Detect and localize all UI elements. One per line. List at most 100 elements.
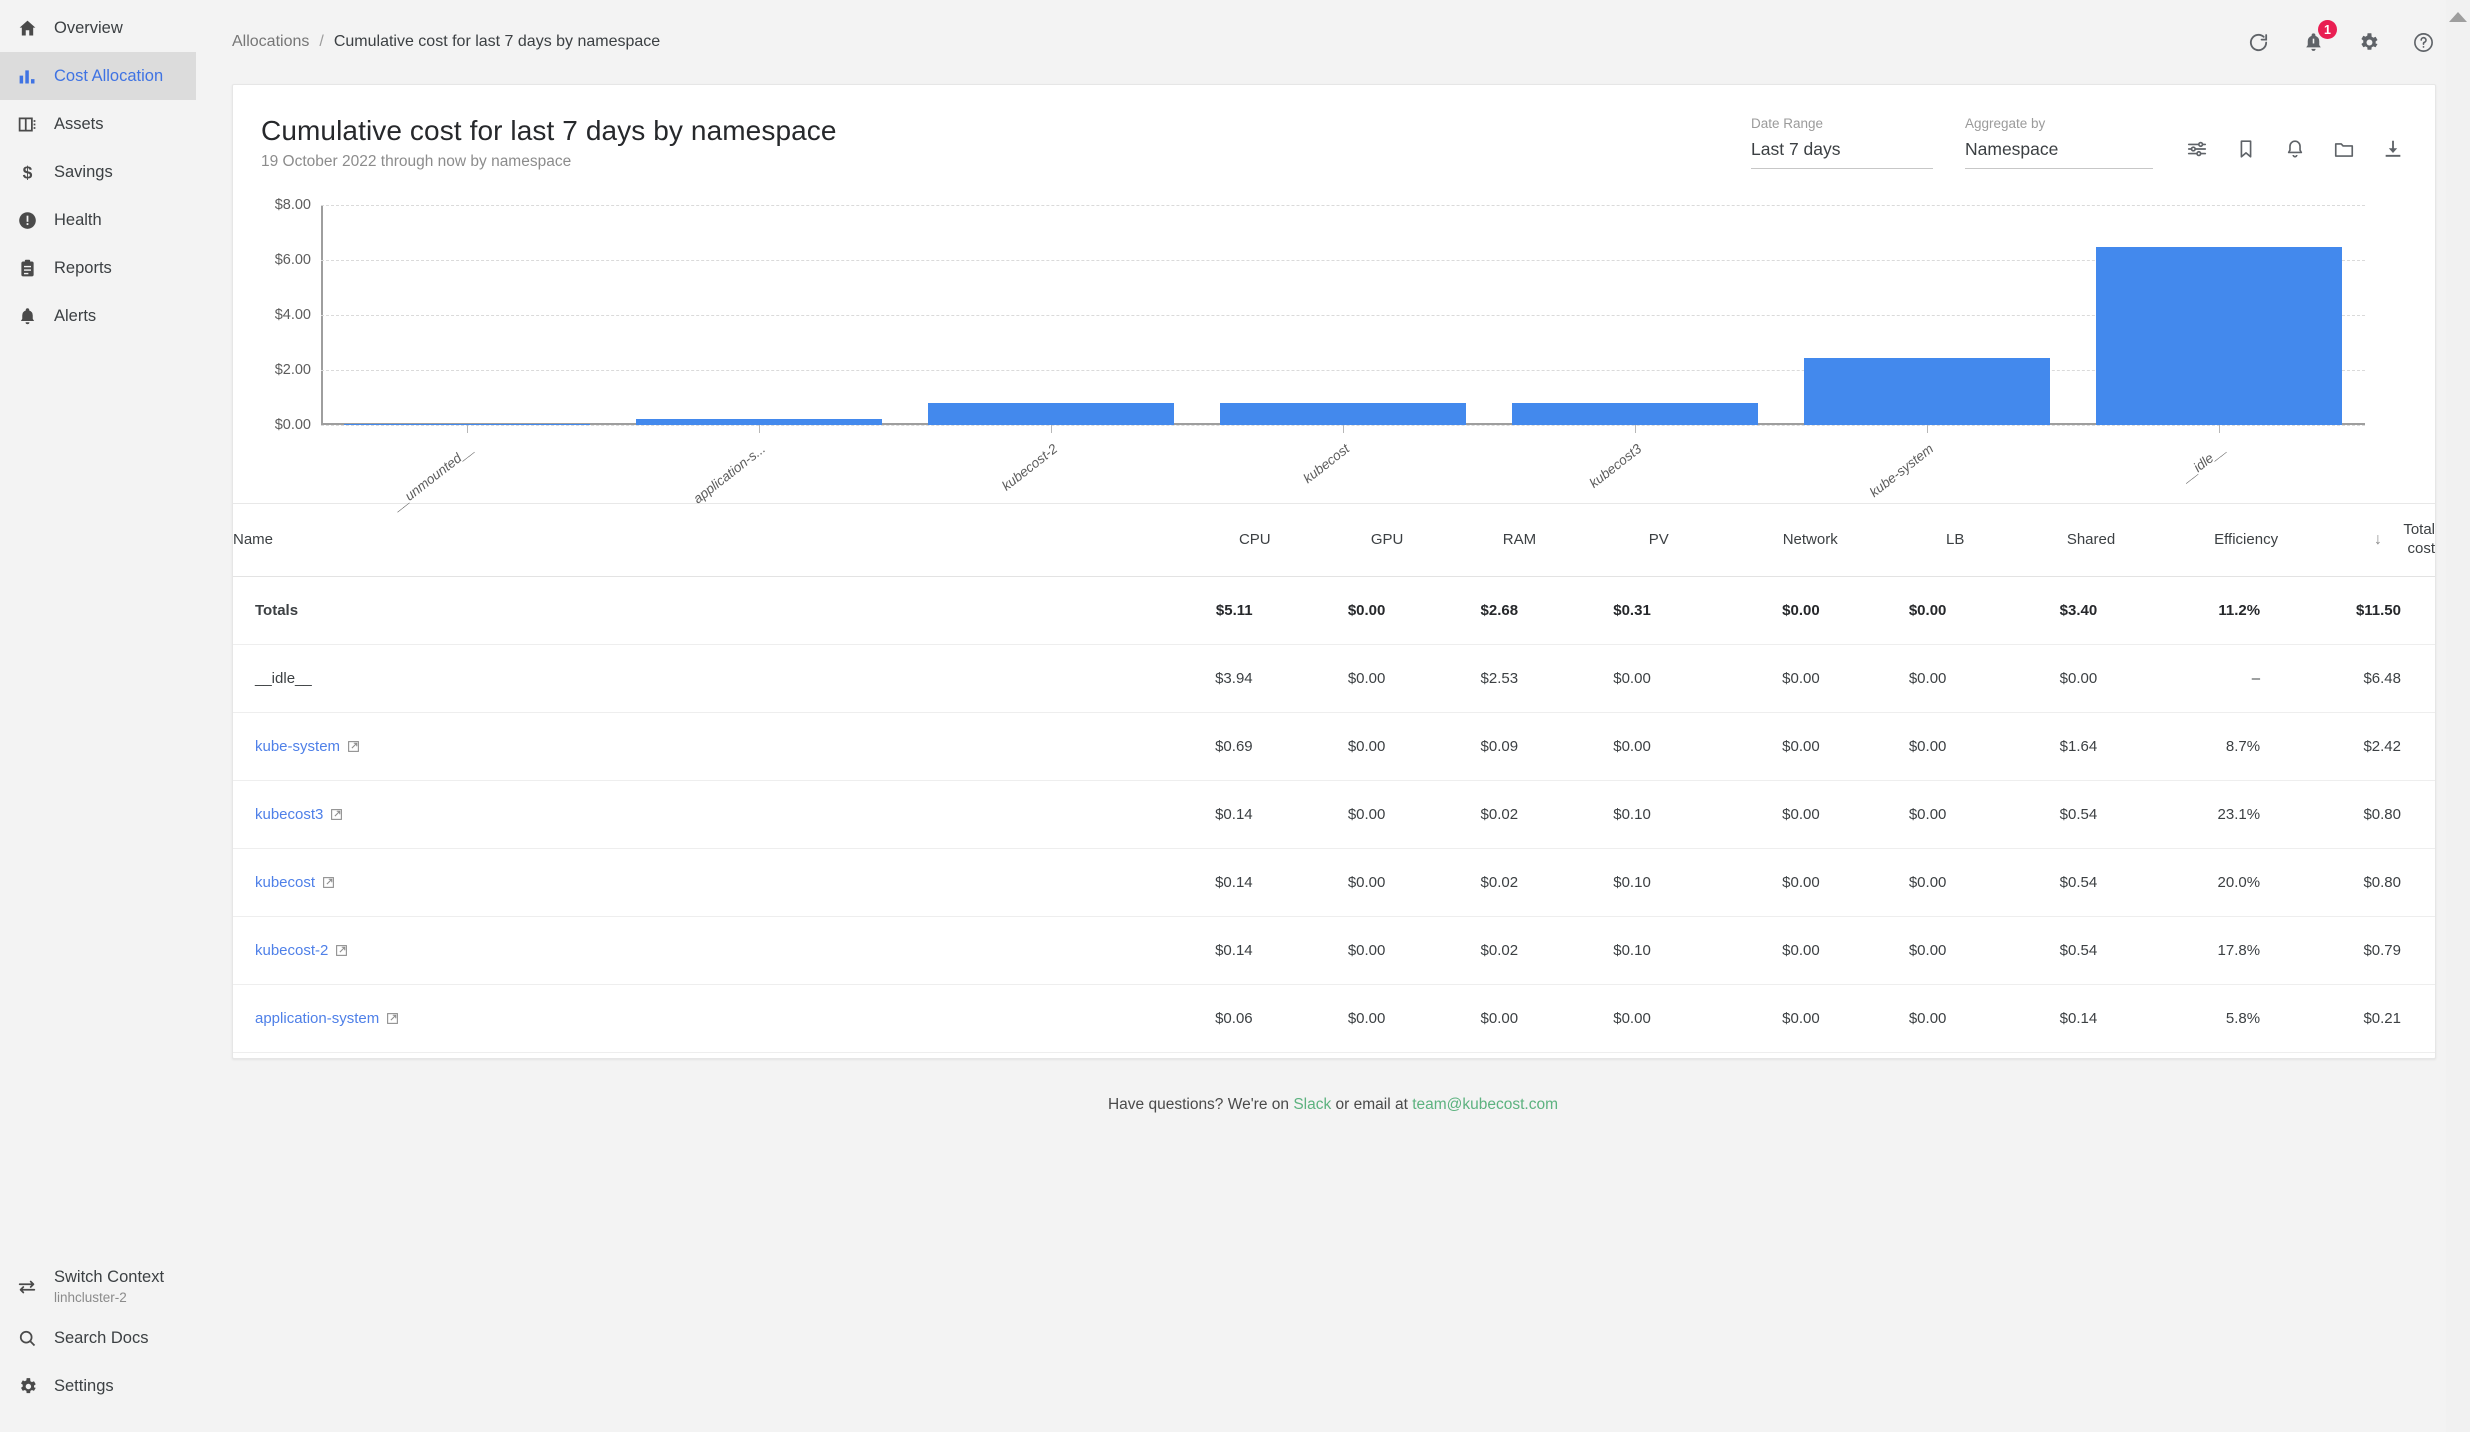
- sidebar-item-settings[interactable]: Settings: [0, 1362, 196, 1410]
- cell-ram: $0.02: [1403, 848, 1537, 917]
- cell-network: $0.00: [1668, 712, 1838, 781]
- cell-name: kube-system: [233, 712, 1126, 781]
- swap-icon: [16, 1276, 38, 1298]
- namespace-link[interactable]: application-system: [255, 1010, 399, 1027]
- table-header-row: Name CPU GPU RAM PV Network LB Shared Ef…: [233, 504, 2435, 577]
- sidebar-item-label: Savings: [54, 162, 113, 181]
- cell-shared: $0.00: [1964, 644, 2116, 713]
- sidebar-item-health[interactable]: Health: [0, 196, 196, 244]
- sidebar: Overview Cost Allocation Assets $ Saving…: [0, 0, 196, 1432]
- folder-icon[interactable]: [2332, 137, 2356, 161]
- sidebar-item-overview[interactable]: Overview: [0, 4, 196, 52]
- date-range-input[interactable]: [1751, 139, 1933, 169]
- cell-gpu: $0.00: [1270, 984, 1404, 1053]
- aggregate-by-input[interactable]: [1965, 139, 2153, 169]
- help-icon[interactable]: [2410, 29, 2436, 55]
- slack-link[interactable]: Slack: [1293, 1096, 1331, 1113]
- cell-total-cost: $0.80: [2278, 780, 2435, 849]
- namespace-link[interactable]: kubecost: [255, 874, 335, 891]
- cell-ram: $0.00: [1403, 984, 1537, 1053]
- sidebar-item-savings[interactable]: $ Savings: [0, 148, 196, 196]
- sidebar-item-label: Health: [54, 210, 102, 229]
- cell-efficiency: 8.7%: [2115, 712, 2279, 781]
- alert-bell-icon[interactable]: [2283, 137, 2307, 161]
- table-body: Totals $5.11 $0.00 $2.68 $0.31 $0.00 $0.00 $3.4…: [233, 576, 2435, 1058]
- chart-bar[interactable]: [2096, 246, 2342, 425]
- sidebar-item-label: Search Docs: [54, 1328, 149, 1347]
- table-head: Name CPU GPU RAM PV Network LB Shared Ef…: [233, 504, 2435, 577]
- sidebar-item-label: Reports: [54, 258, 112, 277]
- namespace-link[interactable]: kubecost-2: [255, 942, 348, 959]
- x-axis-label: kubecost: [1300, 441, 1353, 487]
- namespace-label: kubecost-2: [255, 941, 329, 959]
- sidebar-item-reports[interactable]: Reports: [0, 244, 196, 292]
- cell-network: $0.00: [1668, 916, 1838, 985]
- chart-bar[interactable]: [1804, 358, 2050, 425]
- column-header-pv[interactable]: PV: [1536, 504, 1669, 577]
- x-label-slot: kube-system: [1781, 425, 2073, 500]
- column-header-shared[interactable]: Shared: [1964, 504, 2116, 577]
- sidebar-item-cost-allocation[interactable]: Cost Allocation: [0, 52, 196, 100]
- breadcrumb-allocations[interactable]: Allocations: [232, 33, 309, 51]
- chart-inner: $0.00 $2.00 $4.00 $6.00 $8.00 __unmounted__ a…: [255, 197, 2413, 513]
- sidebar-item-search-docs[interactable]: Search Docs: [0, 1314, 196, 1362]
- cell-network: $0.00: [1668, 1052, 1838, 1058]
- breadcrumb-separator: /: [319, 33, 324, 50]
- table-row: kubecost3 $0.14 $0.00 $0.02 $0.10 $0.00 $0.00 $…: [233, 780, 2435, 849]
- column-header-network[interactable]: Network: [1668, 504, 1838, 577]
- cell-gpu: $0.00: [1270, 576, 1404, 645]
- sidebar-item-switch-context[interactable]: Switch Context linhcluster-2: [0, 1260, 196, 1314]
- cell-shared: $0.54: [1964, 848, 2116, 917]
- column-header-gpu[interactable]: GPU: [1270, 504, 1404, 577]
- namespace-link[interactable]: kube-system: [255, 738, 360, 755]
- cell-ram: $0.00: [1403, 1052, 1537, 1058]
- cell-shared: $0.14: [1964, 984, 2116, 1053]
- scroll-up-icon[interactable]: [2449, 12, 2467, 22]
- exclamation-icon: [16, 209, 38, 231]
- column-header-total-cost[interactable]: ↓ Total cost: [2278, 504, 2435, 577]
- cell-cpu: $0.14: [1125, 916, 1271, 985]
- namespace-label: kube-system: [255, 737, 341, 755]
- email-link[interactable]: team@kubecost.com: [1412, 1096, 1558, 1113]
- cell-efficiency: 23.1%: [2115, 780, 2279, 849]
- chart-bar[interactable]: [1220, 403, 1466, 425]
- external-link-icon: [322, 876, 335, 889]
- date-range-label: Date Range: [1751, 116, 1824, 131]
- page-scrollbar[interactable]: [2446, 0, 2470, 1432]
- gear-icon[interactable]: [2355, 29, 2381, 55]
- column-header-ram[interactable]: RAM: [1403, 504, 1537, 577]
- table-row: Unmounted PVs$0.00$0.00$0.00$0.01$0.00$0…: [233, 1052, 2435, 1058]
- notification-bell-icon[interactable]: 1: [2300, 20, 2337, 55]
- sidebar-item-assets[interactable]: Assets: [0, 100, 196, 148]
- table-row: Totals $5.11 $0.00 $2.68 $0.31 $0.00 $0.00 $3.4…: [233, 576, 2435, 645]
- cluster-context-name: linhcluster-2: [54, 1289, 127, 1305]
- refresh-icon[interactable]: [2245, 29, 2271, 55]
- cell-cpu: $0.14: [1125, 848, 1271, 917]
- bar-slot: [1197, 205, 1489, 433]
- main-content: Allocations / Cumulative cost for last 7…: [196, 0, 2470, 1432]
- cell-total-cost: $0.80: [2278, 848, 2435, 917]
- bookmark-icon[interactable]: [2234, 137, 2258, 161]
- page-subtitle: 19 October 2022 through now by namespace: [261, 153, 572, 170]
- y-axis-tick-label: $6.00: [274, 252, 311, 268]
- column-header-lb[interactable]: LB: [1837, 504, 1965, 577]
- column-header-efficiency[interactable]: Efficiency: [2115, 504, 2279, 577]
- chart-bar[interactable]: [928, 403, 1174, 425]
- cell-total-cost: $0.01: [2278, 1052, 2435, 1058]
- filter-sliders-icon[interactable]: [2185, 137, 2209, 161]
- cell-ram: $0.02: [1403, 780, 1537, 849]
- cell-lb: $0.00: [1837, 712, 1965, 781]
- footer-help-text: Have questions? We're on Slack or email …: [196, 1096, 2470, 1114]
- bell-icon: [16, 305, 38, 327]
- bar-slot: [321, 205, 613, 433]
- sidebar-item-label: Alerts: [54, 306, 97, 325]
- namespace-link[interactable]: kubecost3: [255, 806, 343, 823]
- column-header-cpu[interactable]: CPU: [1125, 504, 1271, 577]
- download-icon[interactable]: [2381, 137, 2405, 161]
- row-label: __idle__: [255, 669, 312, 687]
- cell-name: __idle__: [233, 644, 1126, 713]
- cell-total-cost: $6.48: [2278, 644, 2435, 713]
- column-header-name[interactable]: Name: [233, 504, 1126, 577]
- sidebar-item-alerts[interactable]: Alerts: [0, 292, 196, 340]
- chart-bar[interactable]: [1512, 403, 1758, 425]
